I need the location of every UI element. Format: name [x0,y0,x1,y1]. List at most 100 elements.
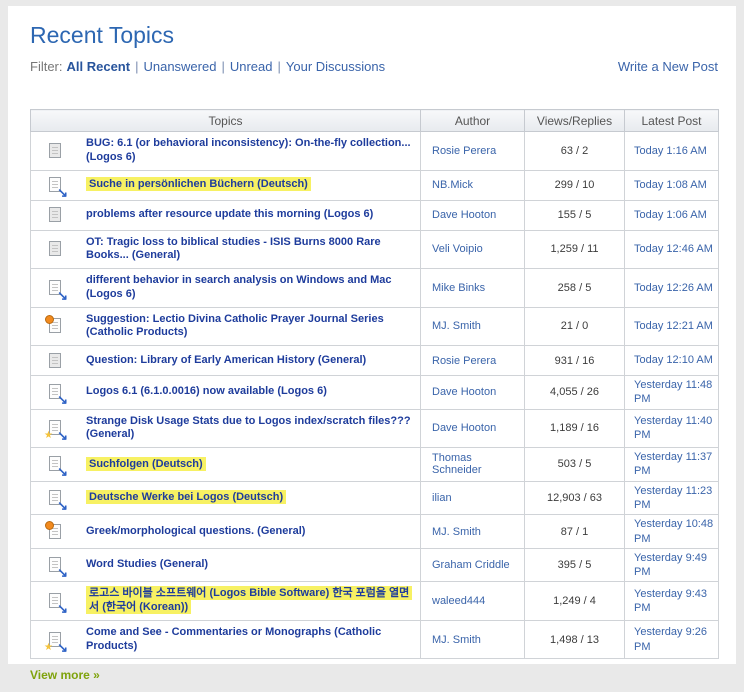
filter-separator: | [221,59,225,74]
topic-row: problems after resource update this morn… [30,199,719,231]
topic-row: different behavior in search analysis on… [30,268,719,308]
topic-title: Question: Library of Early American Hist… [86,354,366,366]
forum-page: Recent Topics Filter: All Recent | Unanswer… [0,0,744,692]
write-new-post-link[interactable]: Write a New Post [618,59,718,74]
topic-title-link[interactable]: Greek/morphological questions. [86,525,254,537]
latest-post-cell: Today 12:26 AM [624,268,719,308]
latest-post-link[interactable]: Today 12:46 AM [634,243,713,255]
views-replies-value: 1,249 / 4 [524,581,625,621]
latest-post-cell: Yesterday 10:48 PM [624,514,719,549]
topic-title-link[interactable]: OT: Tragic loss to biblical studies - IS… [86,236,381,262]
topic-title: 로고스 바이블 소프트웨어 (Logos Bible Software) 한국 … [86,586,413,615]
topic-title: Suggestion: Lectio Divina Catholic Praye… [86,313,384,339]
latest-post-link[interactable]: Today 1:16 AM [634,145,707,157]
topic-forum-link[interactable]: (Logos 6) [86,288,136,300]
topic-forum-link[interactable]: (General) [132,249,180,261]
topic-title: Word Studies (General) [86,558,208,570]
topic-row: Question: Library of Early American Hist… [30,345,719,376]
author-link[interactable]: Dave Hooton [432,422,496,434]
topic-forum-link[interactable]: (Deutsch) [232,491,283,503]
views-replies-value: 1,259 / 11 [524,229,625,269]
latest-post-link[interactable]: Yesterday 11:23 PM [634,485,712,511]
latest-post-cell: Yesterday 11:37 PM [624,447,719,482]
topic-forum-link[interactable]: (Logos 6) [324,208,374,220]
column-header-views-replies: Views/Replies [524,109,625,132]
column-header-latest-post: Latest Post [624,109,719,132]
topic-title-link[interactable]: Deutsche Werke bei Logos [89,491,229,503]
latest-post-cell: Today 1:08 AM [624,169,719,201]
author-link[interactable]: waleed444 [432,595,485,607]
topic-title: Strange Disk Usage Stats due to Logos in… [86,415,411,441]
author-link[interactable]: Rosie Perera [432,355,496,367]
topic-forum-link[interactable]: (Deutsch) [257,178,308,190]
author-link[interactable]: Dave Hooton [432,386,496,398]
topic-title-link[interactable]: Suggestion: Lectio Divina Catholic Praye… [86,313,384,325]
views-replies-value: 4,055 / 26 [524,375,625,410]
latest-post-link[interactable]: Yesterday 11:40 PM [634,415,712,441]
latest-post-link[interactable]: Yesterday 9:49 PM [634,552,707,578]
filter-your-discussions[interactable]: Your Discussions [286,59,385,74]
topic-title-link[interactable]: BUG: 6.1 (or behavioral inconsistency): … [86,137,411,149]
unread-starred-topic-icon [44,419,68,442]
topic-forum-link[interactable]: (General) [257,525,305,537]
topic-forum-link[interactable]: (General) [86,428,134,440]
view-more-link[interactable]: View more » [30,668,100,682]
topic-row: OT: Tragic loss to biblical studies - IS… [30,229,719,269]
topic-cell: Suggestion: Lectio Divina Catholic Praye… [30,306,421,346]
read-topic-icon [48,206,64,224]
topic-title-link[interactable]: different behavior in search analysis on… [86,274,392,286]
author-link[interactable]: MJ. Smith [432,634,481,646]
author-cell: Mike Binks [420,268,525,308]
topic-title-link[interactable]: Suchfolgen [89,458,149,470]
topic-title-link[interactable]: Suche in persönlichen Büchern [89,178,254,190]
latest-post-cell: Yesterday 9:43 PM [624,581,719,621]
latest-post-link[interactable]: Yesterday 9:43 PM [634,588,707,614]
topic-forum-link[interactable]: (Logos 6) [277,385,327,397]
author-link[interactable]: Graham Criddle [432,559,510,571]
topic-title-link[interactable]: Question: Library of Early American Hist… [86,354,315,366]
topic-forum-link[interactable]: (한국어 (Korean)) [102,601,188,613]
filter-all-recent[interactable]: All Recent [67,59,131,74]
filter-label: Filter: [30,59,63,74]
latest-post-link[interactable]: Yesterday 11:37 PM [634,451,712,477]
latest-post-cell: Yesterday 11:40 PM [624,408,719,449]
topic-forum-link[interactable]: (Catholic Products) [86,326,187,338]
topic-title-link[interactable]: Strange Disk Usage Stats due to Logos in… [86,415,411,427]
latest-post-link[interactable]: Yesterday 10:48 PM [634,518,713,544]
topic-row: Strange Disk Usage Stats due to Logos in… [30,408,719,449]
latest-post-link[interactable]: Today 1:08 AM [634,179,707,191]
unread-topic-icon [48,383,68,406]
author-link[interactable]: Mike Binks [432,282,485,294]
topic-title-link[interactable]: problems after resource update this morn… [86,208,321,220]
author-link[interactable]: Dave Hooton [432,209,496,221]
filter-separator: | [277,59,281,74]
latest-post-link[interactable]: Yesterday 9:26 PM [634,626,707,652]
topic-forum-link[interactable]: (General) [160,558,208,570]
topic-title: OT: Tragic loss to biblical studies - IS… [86,236,381,262]
author-link[interactable]: NB.Mick [432,179,473,191]
topic-title-link[interactable]: Logos 6.1 (6.1.0.0016) now available [86,385,274,397]
author-link[interactable]: MJ. Smith [432,320,481,332]
filter-unread[interactable]: Unread [230,59,273,74]
topic-title-link[interactable]: Word Studies [86,558,157,570]
topic-forum-link[interactable]: (Logos 6) [86,151,136,163]
topic-forum-link[interactable]: (General) [318,354,366,366]
topic-row: Greek/morphological questions. (General)… [30,514,719,549]
latest-post-link[interactable]: Today 1:06 AM [634,209,707,221]
author-link[interactable]: ilian [432,492,452,504]
views-replies-value: 21 / 0 [524,306,625,346]
latest-post-link[interactable]: Today 12:21 AM [634,320,713,332]
latest-post-link[interactable]: Yesterday 11:48 PM [634,379,712,405]
author-link[interactable]: Thomas Schneider [432,452,482,476]
latest-post-link[interactable]: Today 12:26 AM [634,282,713,294]
topic-title-link[interactable]: Come and See - Commentaries or Monograph… [86,626,331,638]
author-link[interactable]: MJ. Smith [432,526,481,538]
filter-unanswered[interactable]: Unanswered [143,59,216,74]
topic-cell: Deutsche Werke bei Logos (Deutsch) [30,480,421,516]
author-link[interactable]: Rosie Perera [432,145,496,157]
recent-topics-panel: Recent Topics Filter: All Recent | Unanswer… [8,6,736,682]
topic-forum-link[interactable]: (Deutsch) [152,458,203,470]
author-link[interactable]: Veli Voipio [432,243,483,255]
latest-post-cell: Yesterday 9:49 PM [624,547,719,583]
latest-post-link[interactable]: Today 12:10 AM [634,354,713,366]
